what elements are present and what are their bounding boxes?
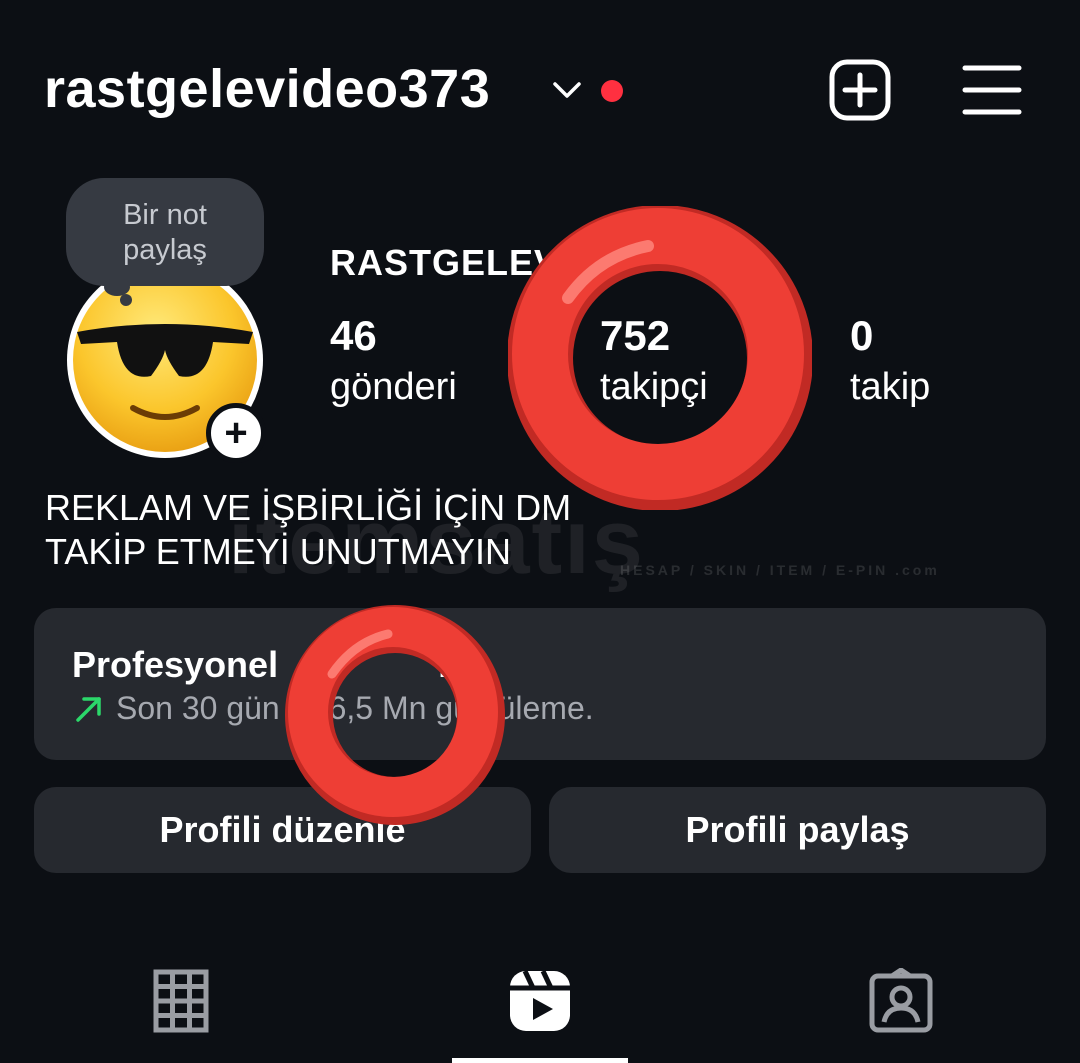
add-story-button[interactable]: + <box>206 403 266 463</box>
following-count[interactable]: 0 <box>850 312 873 360</box>
reels-icon[interactable] <box>507 968 573 1034</box>
stats-text-1: Son 30 gün <box>116 690 280 726</box>
note-line-2: paylaş <box>123 234 207 266</box>
following-label[interactable]: takip <box>850 366 930 409</box>
active-tab-indicator <box>452 1058 628 1063</box>
create-post-icon[interactable] <box>828 58 892 122</box>
professional-panel-title-start: Profesyonel <box>72 644 289 685</box>
note-tail-small <box>120 294 132 306</box>
posts-count[interactable]: 46 <box>330 312 377 360</box>
posts-label[interactable]: gönderi <box>330 366 457 409</box>
note-line-1: Bir not <box>123 199 207 231</box>
tagged-icon[interactable] <box>868 968 934 1034</box>
watermark-subtext: HESAP / SKIN / ITEM / E-PIN .com <box>620 562 940 578</box>
plus-icon: + <box>224 411 248 455</box>
red-ring-overlay-views <box>285 605 505 825</box>
red-ring-overlay-followers <box>508 206 812 510</box>
hamburger-menu-icon[interactable] <box>962 62 1022 118</box>
grid-icon[interactable] <box>148 968 214 1034</box>
note-bubble[interactable]: Bir not paylaş <box>66 178 264 286</box>
trending-up-icon <box>76 697 101 722</box>
notification-dot <box>601 80 623 102</box>
username-title[interactable]: rastgelevideo373 <box>44 58 490 120</box>
share-profile-button[interactable]: Profili paylaş <box>549 787 1046 873</box>
chevron-down-icon[interactable] <box>551 76 583 104</box>
